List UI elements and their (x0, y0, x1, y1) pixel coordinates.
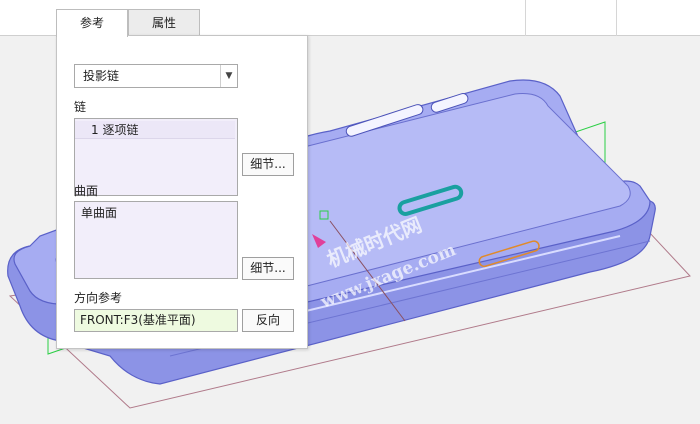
references-panel: 投影链 ▼ 链 1 逐项链 细节... 曲面 单曲面 细节... 方向参考 FR… (56, 35, 308, 349)
chevron-down-icon[interactable]: ▼ (220, 65, 237, 87)
tab-properties[interactable]: 属性 (128, 9, 200, 36)
toolbar-separator (616, 0, 617, 36)
chain-details-button[interactable]: 细节... (242, 153, 294, 176)
flip-direction-button[interactable]: 反向 (242, 309, 294, 332)
type-select-value: 投影链 (83, 69, 120, 83)
direction-label: 方向参考 (74, 291, 123, 305)
chain-collector[interactable]: 1 逐项链 (74, 118, 238, 196)
dashboard-tab-bar: 参考 属性 (0, 0, 700, 37)
list-item[interactable]: 1 逐项链 (75, 121, 235, 139)
direction-reference-field[interactable]: FRONT:F3(基准平面) (74, 309, 238, 332)
surface-details-button[interactable]: 细节... (242, 257, 294, 280)
list-item[interactable]: 单曲面 (75, 204, 235, 222)
tab-references[interactable]: 参考 (56, 9, 128, 37)
surface-label: 曲面 (74, 184, 99, 198)
type-select[interactable]: 投影链 ▼ (74, 64, 238, 88)
chain-label: 链 (74, 100, 87, 114)
surface-collector[interactable]: 单曲面 (74, 201, 238, 279)
toolbar-separator (525, 0, 526, 36)
